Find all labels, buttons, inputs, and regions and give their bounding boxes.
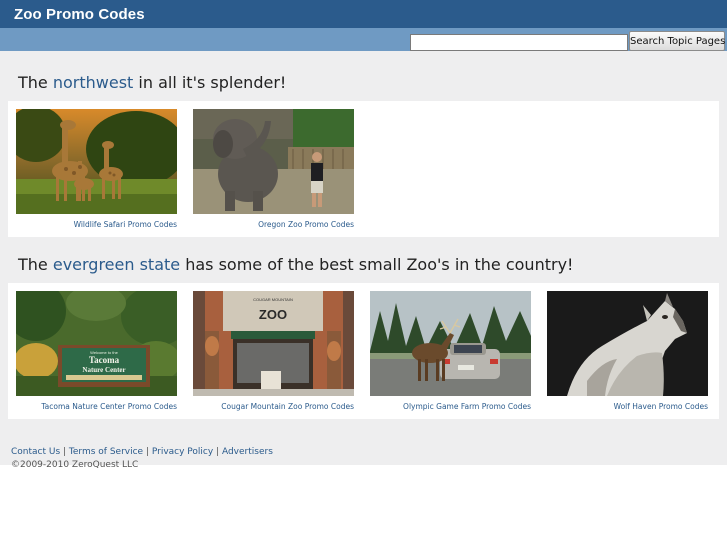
footer: Contact Us | Terms of Service | Privacy … [8, 435, 719, 470]
heading-prefix: The [18, 73, 53, 92]
heading-prefix: The [18, 255, 53, 274]
main-content: The northwest in all it's splender! Wild… [0, 51, 727, 470]
elk-and-car-photo[interactable] [370, 291, 531, 396]
promo-card-cougar-mountain: COUGAR MOUNTAIN ZOO Cougar Mountain Zoo … [193, 291, 354, 419]
search-input[interactable] [410, 34, 628, 51]
promo-card-wildlife-safari: Wildlife Safari Promo Codes [16, 109, 177, 237]
search-bar: Search Topic Pages [0, 28, 727, 51]
nature-center-sign-photo[interactable]: Welcome to the Tacoma Nature Center [16, 291, 177, 396]
promo-card-olympic-game-farm: Olympic Game Farm Promo Codes [370, 291, 531, 419]
footer-separator: | [213, 447, 222, 457]
promo-link[interactable]: Olympic Game Farm Promo Codes [370, 402, 531, 411]
footer-links: Contact Us | Terms of Service | Privacy … [11, 447, 716, 457]
terms-of-service-link[interactable]: Terms of Service [69, 447, 143, 457]
copyright: ©2009-2010 ZeroQuest LLC [11, 460, 139, 470]
promo-card-wolf-haven: Wolf Haven Promo Codes [547, 291, 708, 419]
northwest-link[interactable]: northwest [53, 73, 133, 92]
elephant-photo[interactable] [193, 109, 354, 214]
search-button[interactable]: Search Topic Pages [629, 31, 725, 51]
storefront-sign-top: COUGAR MOUNTAIN [253, 297, 293, 302]
howling-wolf-photo[interactable] [547, 291, 708, 396]
promo-card-oregon-zoo: Oregon Zoo Promo Codes [193, 109, 354, 237]
site-header: Zoo Promo Codes [0, 0, 727, 28]
storefront-sign-main: ZOO [259, 307, 287, 322]
footer-separator: | [143, 447, 152, 457]
sign-line3: Nature Center [82, 366, 125, 374]
section-heading-northwest: The northwest in all it's splender! [18, 71, 719, 95]
promo-link[interactable]: Tacoma Nature Center Promo Codes [16, 402, 177, 411]
promo-card-tacoma-nature-center: Welcome to the Tacoma Nature Center Taco… [16, 291, 177, 419]
heading-suffix: in all it's splender! [133, 73, 287, 92]
promo-link[interactable]: Oregon Zoo Promo Codes [193, 220, 354, 229]
footer-separator: | [60, 447, 69, 457]
promo-link[interactable]: Wolf Haven Promo Codes [547, 402, 708, 411]
promo-link[interactable]: Wildlife Safari Promo Codes [16, 220, 177, 229]
advertisers-link[interactable]: Advertisers [222, 447, 273, 457]
section-heading-evergreen: The evergreen state has some of the best… [18, 253, 719, 277]
gallery-northwest: Wildlife Safari Promo Codes Oregon Zoo P… [8, 101, 719, 237]
promo-link[interactable]: Cougar Mountain Zoo Promo Codes [193, 402, 354, 411]
contact-us-link[interactable]: Contact Us [11, 447, 60, 457]
site-title[interactable]: Zoo Promo Codes [14, 6, 145, 23]
gallery-evergreen: Welcome to the Tacoma Nature Center Taco… [8, 283, 719, 419]
evergreen-state-link[interactable]: evergreen state [53, 255, 180, 274]
zoo-storefront-photo[interactable]: COUGAR MOUNTAIN ZOO [193, 291, 354, 396]
privacy-policy-link[interactable]: Privacy Policy [152, 447, 213, 457]
heading-suffix: has some of the best small Zoo's in the … [180, 255, 574, 274]
sign-line2: Tacoma [89, 355, 120, 365]
giraffes-photo[interactable] [16, 109, 177, 214]
